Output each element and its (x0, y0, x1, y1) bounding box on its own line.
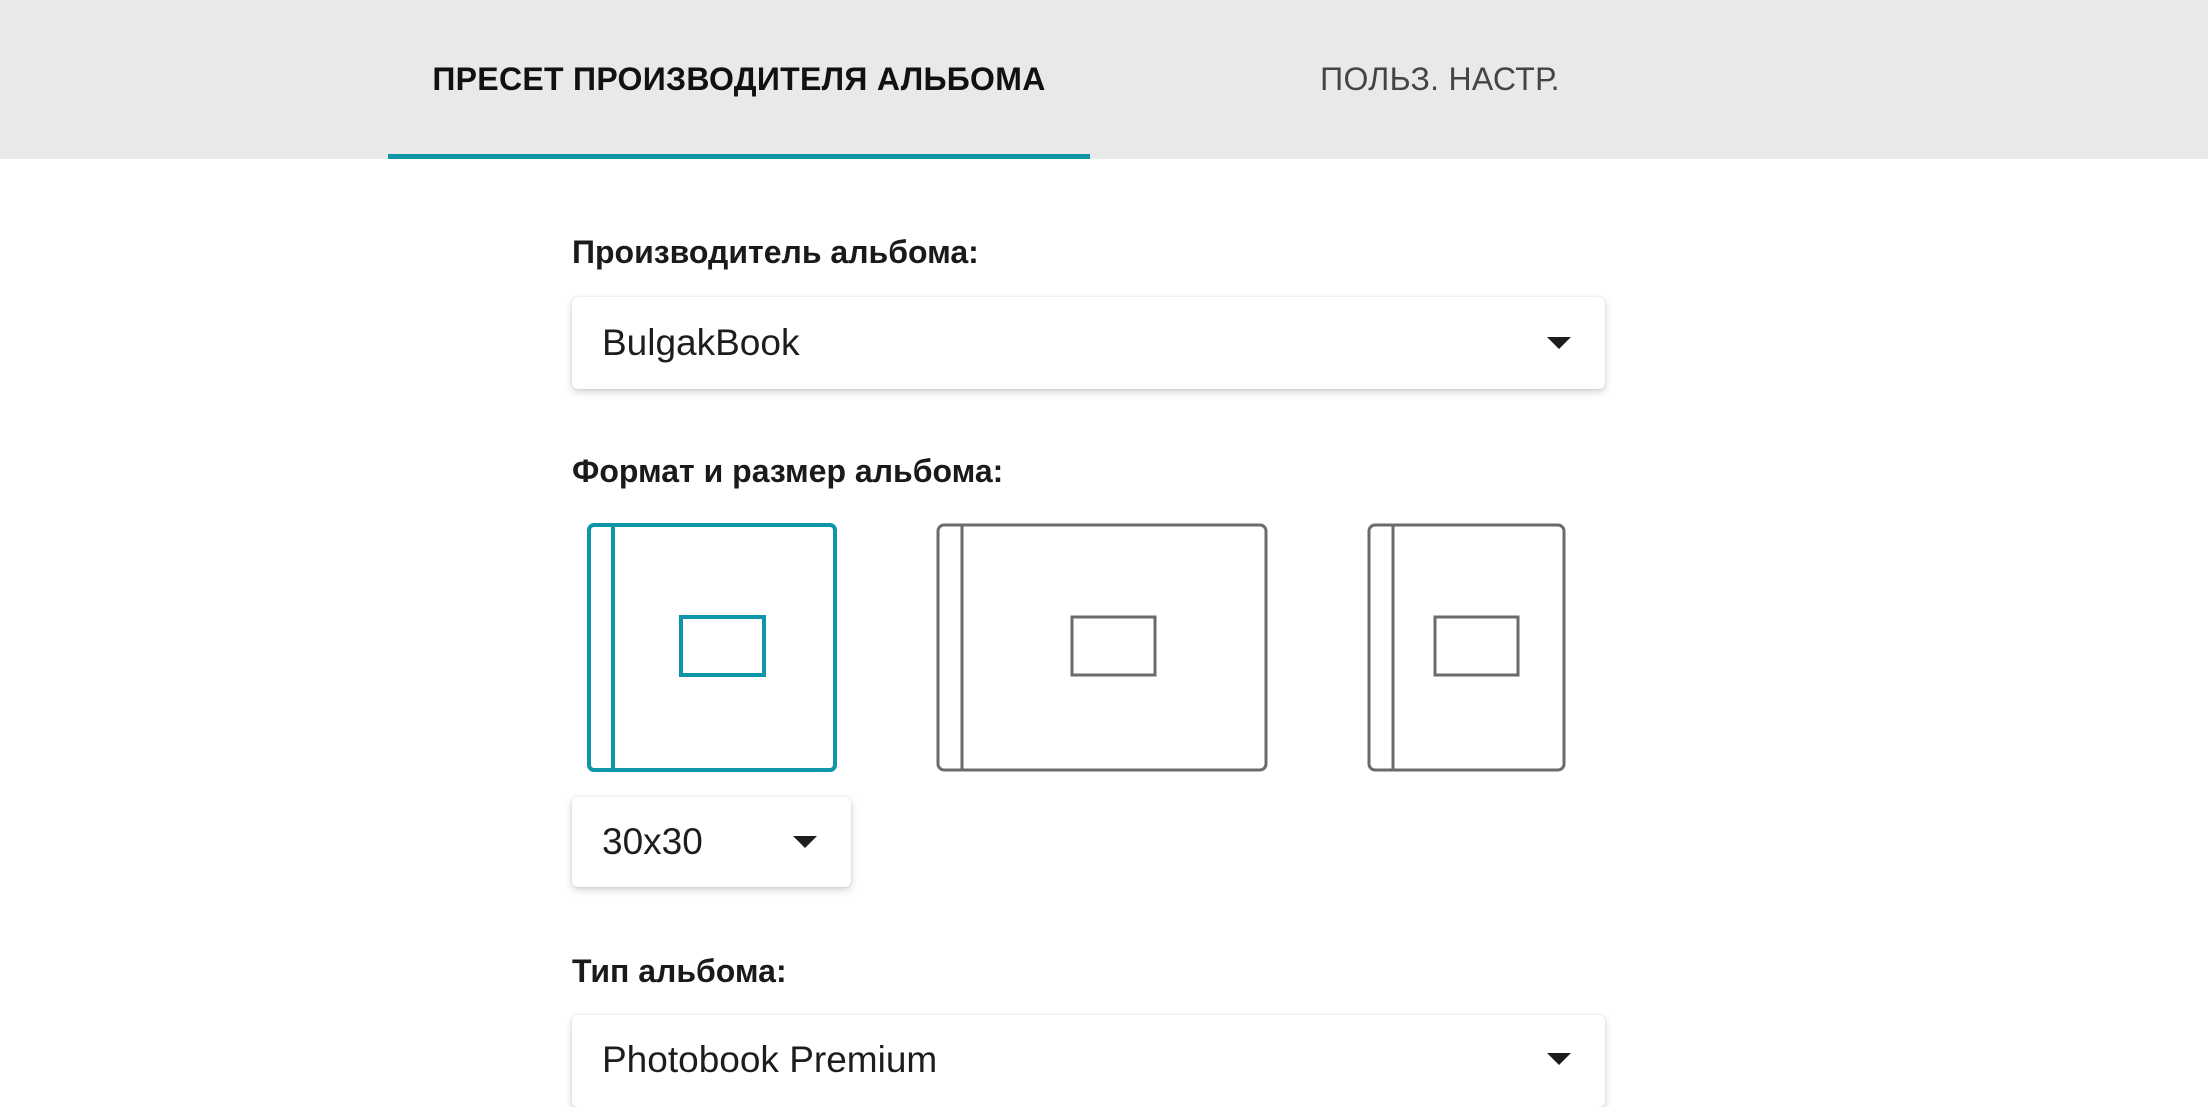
tab-manufacturer-preset[interactable]: ПРЕСЕТ ПРОИЗВОДИТЕЛЯ АЛЬБОМА (388, 0, 1090, 159)
format-square-option[interactable] (586, 522, 838, 773)
tab-custom-settings[interactable]: ПОЛЬЗ. НАСТР. (1290, 0, 1590, 159)
album-type-select[interactable]: Photobook Premium (572, 1015, 1605, 1107)
chevron-down-icon (793, 836, 817, 848)
format-portrait-option[interactable] (1367, 522, 1566, 773)
landscape-album-icon (936, 523, 1268, 772)
portrait-album-icon (1367, 523, 1566, 772)
manufacturer-select-value: BulgakBook (602, 322, 800, 363)
top-tab-bar: ПРЕСЕТ ПРОИЗВОДИТЕЛЯ АЛЬБОМА ПОЛЬЗ. НАСТ… (0, 0, 2208, 159)
tab-manufacturer-preset-label: ПРЕСЕТ ПРОИЗВОДИТЕЛЯ АЛЬБОМА (432, 61, 1046, 97)
manufacturer-select[interactable]: BulgakBook (572, 297, 1605, 389)
square-album-icon (587, 523, 837, 772)
chevron-down-icon (1547, 337, 1571, 349)
album-type-label: Тип альбома: (572, 953, 787, 989)
format-landscape-option[interactable] (936, 522, 1268, 773)
format-size-label: Формат и размер альбома: (572, 453, 1004, 489)
manufacturer-label: Производитель альбома: (572, 234, 979, 270)
chevron-down-icon (1547, 1053, 1571, 1065)
album-type-select-value: Photobook Premium (602, 1039, 938, 1080)
tab-custom-settings-label: ПОЛЬЗ. НАСТР. (1320, 61, 1560, 97)
size-select-value: 30x30 (602, 821, 703, 862)
size-select[interactable]: 30x30 (572, 797, 851, 887)
